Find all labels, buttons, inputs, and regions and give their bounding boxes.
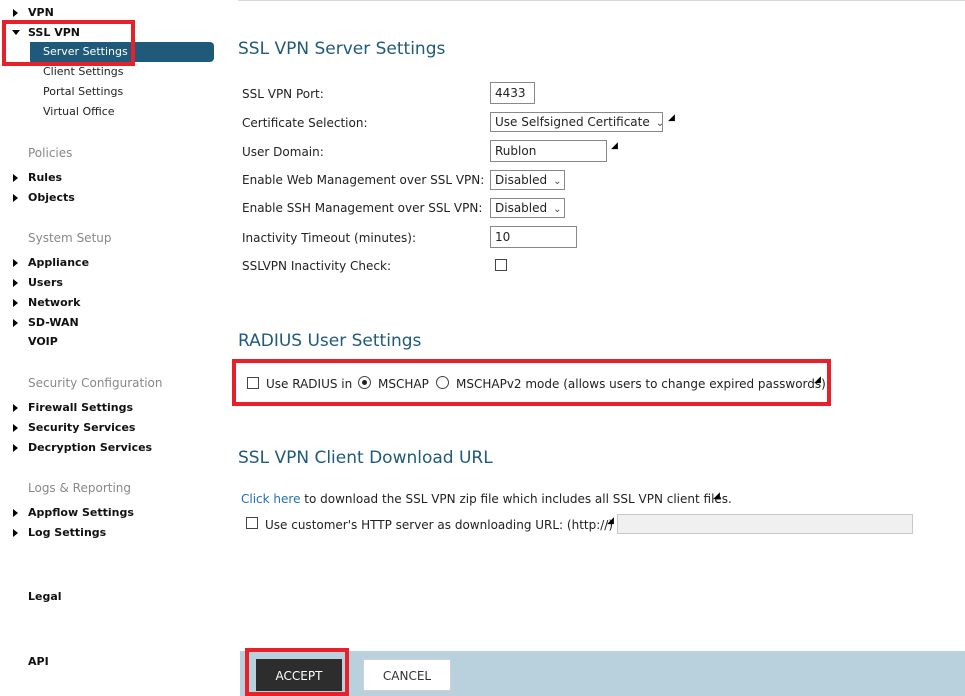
certificate-label: Certificate Selection: xyxy=(242,116,368,130)
timeout-label: Inactivity Timeout (minutes): xyxy=(242,231,417,245)
mschapv2-radio[interactable] xyxy=(436,376,449,389)
server-settings-heading: SSL VPN Server Settings xyxy=(238,39,446,59)
nav-objects-label: Objects xyxy=(28,191,75,204)
download-description: to download the SSL VPN zip file which i… xyxy=(304,492,732,506)
expand-arrow-icon xyxy=(13,299,18,307)
ssh-mgmt-select-value: Disabled xyxy=(495,201,548,215)
expand-arrow-icon xyxy=(13,509,18,517)
nav-portal-settings[interactable]: Portal Settings xyxy=(43,83,123,101)
top-divider xyxy=(238,0,965,4)
collapse-arrow-icon xyxy=(12,30,20,35)
expand-arrow-icon xyxy=(13,279,18,287)
domain-input[interactable] xyxy=(490,140,607,162)
nav-security-services-label: Security Services xyxy=(28,421,136,434)
custom-server-label: Use customer's HTTP server as downloadin… xyxy=(265,518,614,532)
use-radius-checkbox[interactable] xyxy=(247,377,259,389)
nav-legal-label: Legal xyxy=(28,590,62,603)
nav-users-label: Users xyxy=(28,276,63,289)
nav-api-label: API xyxy=(28,655,49,668)
section-system-setup: System Setup xyxy=(28,231,112,245)
inactivity-check-label: SSLVPN Inactivity Check: xyxy=(242,259,391,273)
mschapv2-label: MSCHAPv2 mode (allows users to change ex… xyxy=(456,377,826,391)
port-label: SSL VPN Port: xyxy=(242,87,324,101)
expand-arrow-icon xyxy=(13,194,18,202)
nav-voip-label: VOIP xyxy=(28,335,58,348)
port-input[interactable] xyxy=(490,82,535,104)
ssh-mgmt-select[interactable]: Disabled ⌄ xyxy=(490,198,565,218)
nav-log-settings-label: Log Settings xyxy=(28,526,107,539)
chevron-down-icon: ⌄ xyxy=(553,176,562,187)
expand-arrow-icon xyxy=(13,9,18,17)
button-bar: ACCEPT CANCEL xyxy=(240,651,965,696)
section-logs-reporting: Logs & Reporting xyxy=(28,481,132,495)
domain-label: User Domain: xyxy=(242,145,324,159)
web-mgmt-select[interactable]: Disabled ⌄ xyxy=(490,170,565,190)
info-tick-icon: ◢ xyxy=(668,113,675,123)
click-here-link[interactable]: Click here xyxy=(241,492,300,506)
chevron-down-icon: ⌄ xyxy=(655,118,665,129)
certificate-select-value: Use Selfsigned Certificate xyxy=(495,115,650,129)
sidebar: VPN SSL VPN Server Settings Client Setti… xyxy=(0,0,228,696)
radius-heading: RADIUS User Settings xyxy=(238,331,422,351)
info-tick-icon: ◢ xyxy=(713,491,720,501)
inactivity-check-checkbox[interactable] xyxy=(495,259,507,271)
timeout-input[interactable] xyxy=(490,226,577,248)
expand-arrow-icon xyxy=(13,259,18,267)
nav-sd-wan-label: SD-WAN xyxy=(28,316,79,329)
nav-virtual-office[interactable]: Virtual Office xyxy=(43,103,115,121)
expand-arrow-icon xyxy=(13,319,18,327)
section-security-configuration: Security Configuration xyxy=(28,376,163,390)
nav-client-settings[interactable]: Client Settings xyxy=(43,63,123,81)
expand-arrow-icon xyxy=(13,404,18,412)
expand-arrow-icon xyxy=(13,424,18,432)
download-text-row: Click here to download the SSL VPN zip f… xyxy=(241,492,732,506)
mschap-radio[interactable] xyxy=(358,376,371,389)
cancel-button[interactable]: CANCEL xyxy=(363,659,451,691)
custom-server-checkbox[interactable] xyxy=(246,517,258,529)
mschap-label: MSCHAP xyxy=(378,377,429,391)
custom-server-url-input[interactable] xyxy=(617,514,913,534)
info-tick-icon: ◢ xyxy=(607,516,614,526)
chevron-down-icon: ⌄ xyxy=(553,204,562,215)
info-tick-icon: ◢ xyxy=(814,375,821,385)
nav-server-settings[interactable]: Server Settings xyxy=(30,42,214,62)
expand-arrow-icon xyxy=(13,174,18,182)
web-mgmt-label: Enable Web Management over SSL VPN: xyxy=(242,173,485,187)
nav-vpn-label: VPN xyxy=(28,6,54,19)
nav-network-label: Network xyxy=(28,296,81,309)
nav-decryption-services-label: Decryption Services xyxy=(28,441,153,454)
nav-ssl-vpn-label: SSL VPN xyxy=(28,26,80,39)
expand-arrow-icon xyxy=(13,444,18,452)
expand-arrow-icon xyxy=(13,529,18,537)
download-heading: SSL VPN Client Download URL xyxy=(238,448,493,468)
web-mgmt-select-value: Disabled xyxy=(495,173,548,187)
accept-button[interactable]: ACCEPT xyxy=(256,659,342,691)
nav-rules-label: Rules xyxy=(28,171,63,184)
ssh-mgmt-label: Enable SSH Management over SSL VPN: xyxy=(242,201,483,215)
use-radius-label: Use RADIUS in xyxy=(266,377,353,391)
info-tick-icon: ◢ xyxy=(611,141,618,151)
nav-appliance-label: Appliance xyxy=(28,256,90,269)
nav-appflow-settings-label: Appflow Settings xyxy=(28,506,134,519)
main-content: SSL VPN Server Settings SSL VPN Port: Ce… xyxy=(228,0,965,696)
nav-firewall-settings-label: Firewall Settings xyxy=(28,401,134,414)
section-policies: Policies xyxy=(28,146,73,160)
certificate-select[interactable]: Use Selfsigned Certificate ⌄ xyxy=(490,112,665,132)
